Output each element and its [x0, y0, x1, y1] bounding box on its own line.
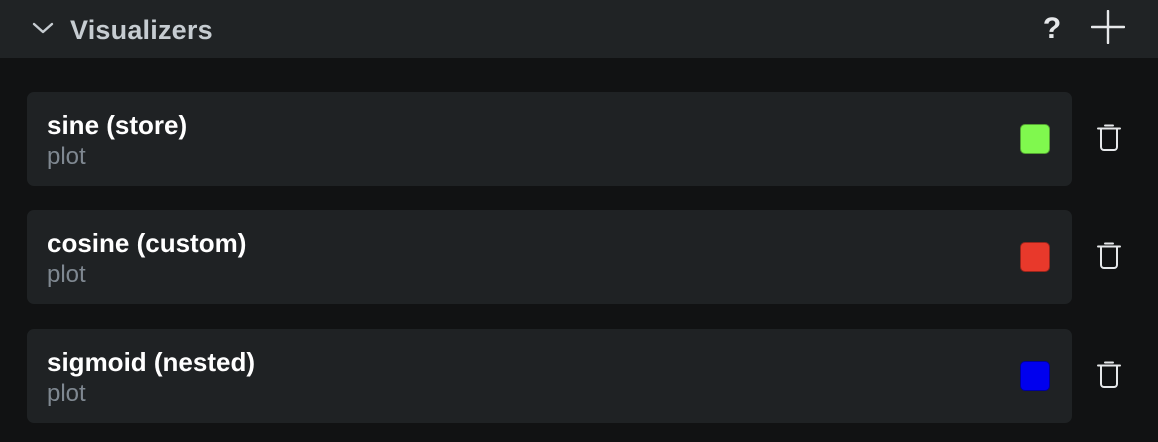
plus-icon	[1090, 9, 1126, 49]
chevron-down-icon	[32, 21, 54, 40]
color-swatch[interactable]	[1020, 361, 1050, 391]
list-item: sine (store) plot	[0, 92, 1158, 186]
delete-button[interactable]	[1094, 359, 1124, 393]
delete-button[interactable]	[1094, 240, 1124, 274]
visualizer-card[interactable]: cosine (custom) plot	[27, 210, 1072, 304]
add-visualizer-button[interactable]	[1090, 9, 1126, 49]
trash-icon	[1096, 240, 1122, 275]
visualizer-name: cosine (custom)	[47, 228, 247, 258]
visualizer-card[interactable]: sigmoid (nested) plot	[27, 329, 1072, 423]
list-item: sigmoid (nested) plot	[0, 329, 1158, 423]
visualizer-type: plot	[47, 261, 86, 288]
visualizer-name: sine (store)	[47, 110, 188, 140]
visualizer-card[interactable]: sine (store) plot	[27, 92, 1072, 186]
visualizer-type: plot	[47, 380, 86, 407]
trash-icon	[1096, 122, 1122, 157]
color-swatch[interactable]	[1020, 124, 1050, 154]
delete-button[interactable]	[1094, 122, 1124, 156]
panel-title: Visualizers	[70, 15, 213, 45]
help-button[interactable]: ?	[1036, 10, 1068, 48]
panel-header: Visualizers ?	[0, 0, 1158, 58]
trash-icon	[1096, 359, 1122, 394]
color-swatch[interactable]	[1020, 242, 1050, 272]
visualizer-type: plot	[47, 143, 86, 170]
visualizer-name: sigmoid (nested)	[47, 347, 256, 377]
collapse-toggle-button[interactable]	[30, 18, 56, 42]
list-item: cosine (custom) plot	[0, 210, 1158, 304]
